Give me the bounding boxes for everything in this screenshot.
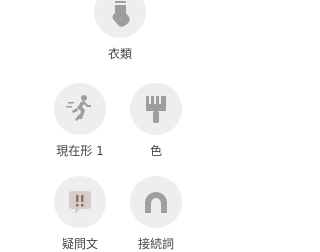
category-question-sentences-label: 疑問文 — [61, 237, 98, 251]
category-present-tense-1-button[interactable] — [54, 83, 106, 135]
category-question-sentences[interactable]: 疑問文 — [40, 176, 120, 252]
category-clothing-label: 衣類 — [107, 47, 132, 61]
category-color[interactable]: 色 — [116, 83, 196, 159]
category-conjunctions[interactable]: 接続詞 — [116, 176, 196, 252]
category-color-label: 色 — [149, 144, 162, 158]
category-question-sentences-button[interactable] — [54, 176, 106, 228]
sock-icon — [112, 0, 130, 27]
category-conjunctions-label: 接続詞 — [137, 237, 174, 251]
category-present-tense-1[interactable]: 現在形 1 — [40, 83, 120, 159]
arch-connector-icon — [145, 192, 167, 213]
category-present-tense-1-label: 現在形 1 — [56, 144, 104, 158]
question-mark-icon — [69, 191, 91, 214]
category-clothing-button[interactable] — [94, 0, 146, 38]
category-conjunctions-button[interactable] — [130, 176, 182, 228]
running-person-icon — [66, 95, 91, 121]
category-color-button[interactable] — [130, 83, 182, 135]
category-clothing[interactable]: 衣類 — [80, 0, 160, 62]
paintbrush-icon — [146, 96, 166, 123]
